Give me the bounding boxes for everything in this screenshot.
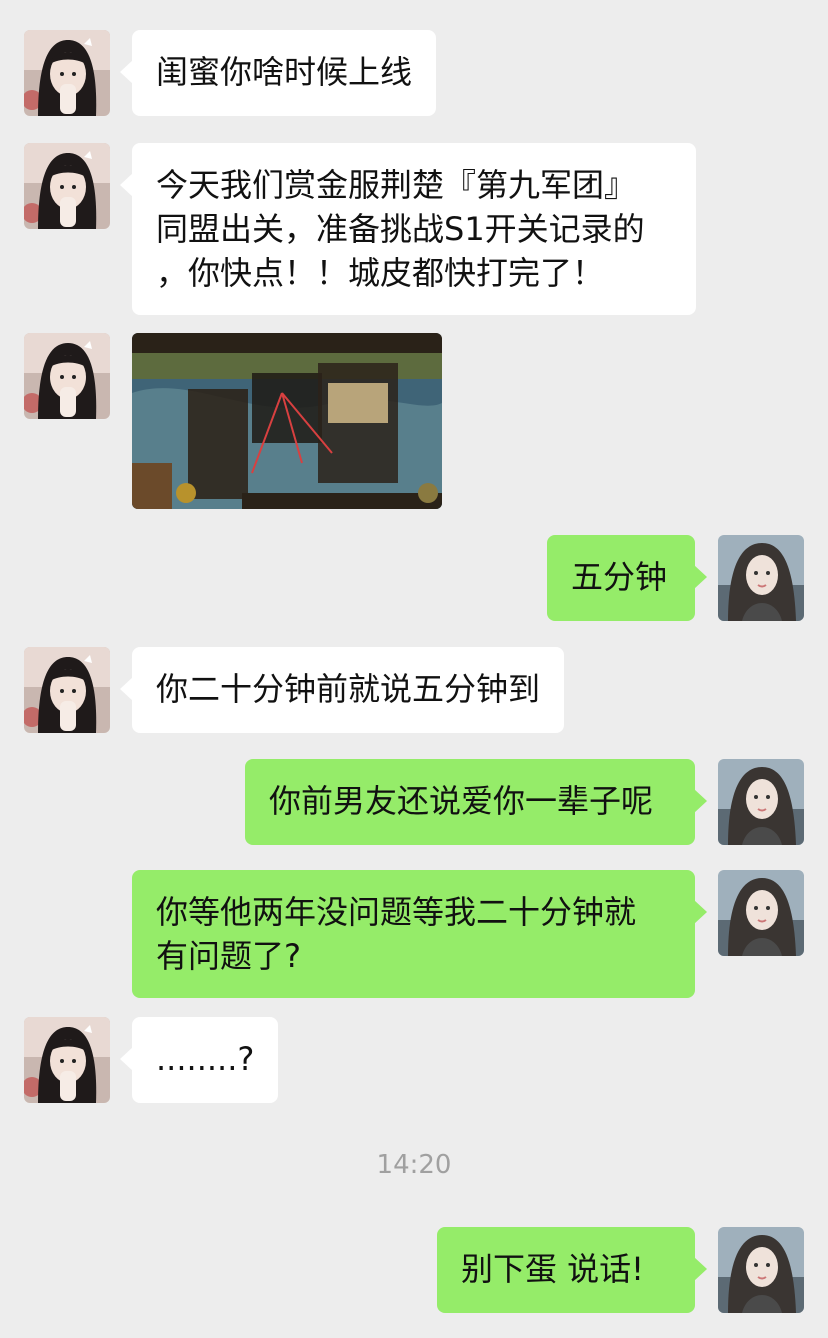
- incoming-bubble[interactable]: 你二十分钟前就说五分钟到: [119, 647, 565, 733]
- timestamp: 14:20: [376, 1150, 452, 1180]
- outgoing-bubble[interactable]: 你前男友还说爱你一辈子呢: [245, 759, 707, 845]
- contact-avatar[interactable]: [24, 1017, 110, 1103]
- my-avatar[interactable]: [718, 759, 804, 845]
- game-screenshot-image: [132, 333, 442, 509]
- outgoing-bubble[interactable]: 五分钟: [547, 535, 707, 621]
- image-message[interactable]: [132, 333, 442, 509]
- outgoing-bubble[interactable]: 你等他两年没问题等我二十分钟就 有问题了?: [132, 870, 707, 998]
- my-avatar[interactable]: [718, 535, 804, 621]
- incoming-bubble[interactable]: 闺蜜你啥时候上线: [119, 30, 437, 116]
- my-avatar[interactable]: [718, 1227, 804, 1313]
- contact-avatar[interactable]: [24, 647, 110, 733]
- outgoing-bubble[interactable]: 别下蛋 说话!: [437, 1227, 707, 1313]
- contact-avatar[interactable]: [24, 333, 110, 419]
- my-avatar[interactable]: [718, 870, 804, 956]
- incoming-bubble[interactable]: ........?: [119, 1017, 279, 1103]
- contact-avatar[interactable]: [24, 30, 110, 116]
- incoming-bubble[interactable]: 今天我们赏金服荆楚『第九军团』 同盟出关，准备挑战S1开关记录的 ，你快点！！城…: [120, 143, 696, 315]
- contact-avatar[interactable]: [24, 143, 110, 229]
